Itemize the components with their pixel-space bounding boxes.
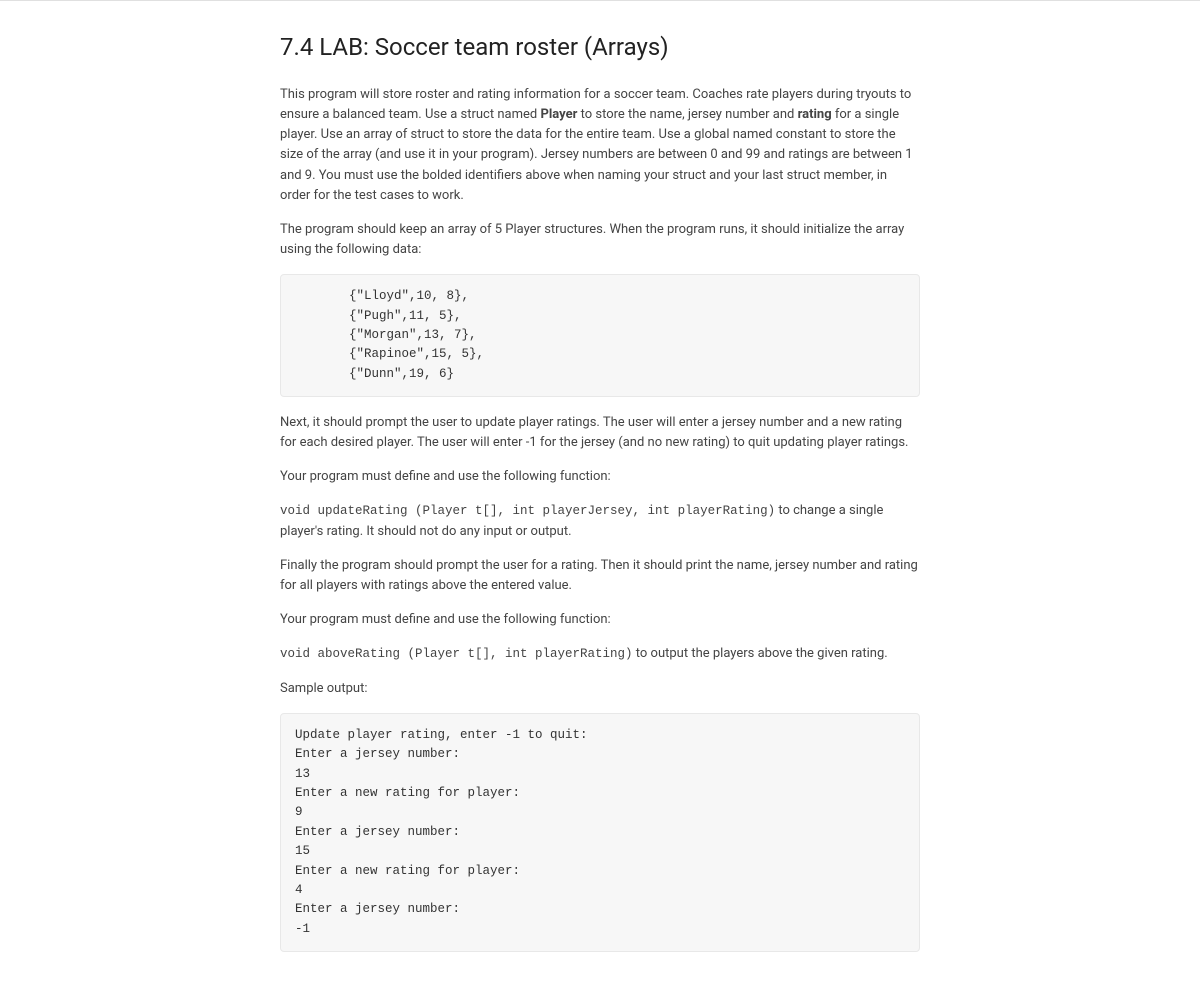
identifier-player: Player xyxy=(540,107,577,122)
mid-paragraph-1: Next, it should prompt the user to updat… xyxy=(280,413,920,453)
sample-output-label: Sample output: xyxy=(280,679,920,699)
initial-data-code-block: {"Lloyd",10, 8}, {"Pugh",11, 5}, {"Morga… xyxy=(280,274,920,397)
mid-paragraph-3: Finally the program should prompt the us… xyxy=(280,556,920,596)
function-1-signature: void updateRating (Player t[], int playe… xyxy=(280,504,775,518)
function-2-description: to output the players above the given ra… xyxy=(633,646,888,661)
identifier-rating: rating xyxy=(798,107,832,122)
sample-output-code-block: Update player rating, enter -1 to quit: … xyxy=(280,713,920,952)
mid-paragraph-2: Your program must define and use the fol… xyxy=(280,467,920,487)
mid-paragraph-4: Your program must define and use the fol… xyxy=(280,610,920,630)
function-2-line: void aboveRating (Player t[], int player… xyxy=(280,644,920,664)
function-2-signature: void aboveRating (Player t[], int player… xyxy=(280,647,633,661)
intro-text-1c: to store the name, jersey number and xyxy=(577,107,797,122)
page-wrapper: 7.4 LAB: Soccer team roster (Arrays) Thi… xyxy=(0,0,1200,1008)
intro-paragraph-2: The program should keep an array of 5 Pl… xyxy=(280,220,920,260)
page-title: 7.4 LAB: Soccer team roster (Arrays) xyxy=(280,29,920,65)
content-area: 7.4 LAB: Soccer team roster (Arrays) Thi… xyxy=(260,1,940,1008)
intro-paragraph-1: This program will store roster and ratin… xyxy=(280,85,920,206)
function-1-line: void updateRating (Player t[], int playe… xyxy=(280,501,920,542)
